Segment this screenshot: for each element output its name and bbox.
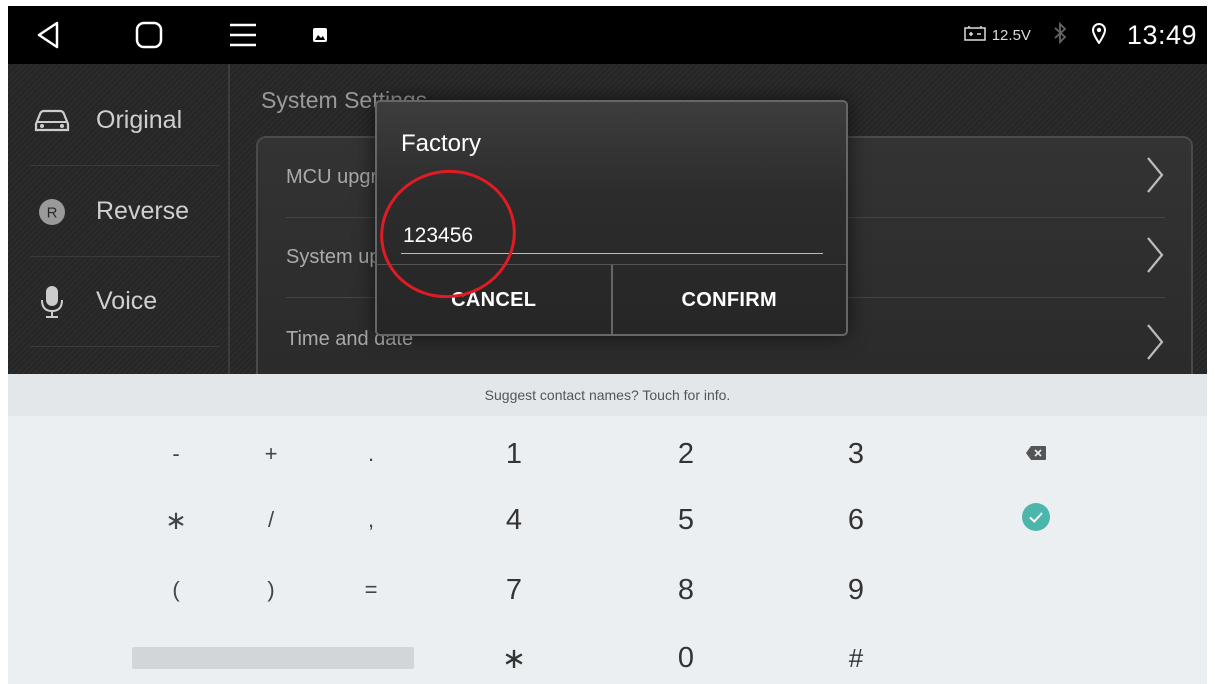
sidebar-item-label: Original [96, 106, 183, 134]
bluetooth-icon [1053, 21, 1067, 49]
voltage-text: 12.5V [991, 26, 1031, 44]
battery-icon [963, 25, 986, 45]
backspace-icon [1025, 441, 1047, 467]
sidebar-item-original[interactable]: Original [30, 76, 220, 166]
key-4[interactable]: 4 [478, 488, 550, 552]
sidebar: Original R Reverse Voice [8, 64, 230, 374]
key-equals[interactable]: = [343, 558, 399, 622]
key-0[interactable]: 0 [650, 626, 722, 684]
suggestion-bar[interactable]: Suggest contact names? Touch for info. [8, 374, 1207, 416]
checkmark-icon [1021, 502, 1051, 538]
cancel-button[interactable]: CANCEL [377, 265, 613, 336]
gallery-icon [308, 6, 332, 64]
clock: 13:49 [1126, 19, 1197, 50]
key-8[interactable]: 8 [650, 558, 722, 622]
key-1[interactable]: 1 [478, 422, 550, 486]
chevron-right-icon [1145, 235, 1165, 281]
key-comma[interactable]: , [343, 488, 399, 552]
key-asterisk-symbol[interactable]: ∗ [148, 488, 204, 552]
reverse-r-icon: R [30, 197, 74, 227]
location-icon [1091, 22, 1107, 49]
microphone-icon [30, 285, 74, 319]
confirm-button[interactable]: CONFIRM [613, 265, 847, 336]
numeric-keyboard: Suggest contact names? Touch for info. -… [8, 374, 1207, 684]
key-7[interactable]: 7 [478, 558, 550, 622]
enter-key[interactable] [1008, 488, 1064, 552]
svg-text:R: R [47, 204, 58, 221]
dialog-title: Factory [401, 130, 482, 157]
dialog-buttons: CANCEL CONFIRM [377, 264, 846, 336]
sidebar-item-label: Reverse [96, 197, 190, 225]
sidebar-item-reverse[interactable]: R Reverse [30, 167, 220, 257]
key-paren-close[interactable]: ) [243, 558, 299, 622]
sidebar-item-voice[interactable]: Voice [30, 257, 220, 347]
key-2[interactable]: 2 [650, 422, 722, 486]
chevron-right-icon [1145, 322, 1165, 368]
back-icon[interactable] [28, 6, 68, 64]
chevron-right-icon [1145, 155, 1165, 201]
car-icon [30, 108, 74, 134]
home-icon[interactable] [126, 6, 172, 64]
key-6[interactable]: 6 [820, 488, 892, 552]
space-key[interactable] [132, 647, 414, 669]
key-minus[interactable]: - [148, 422, 204, 486]
battery-voltage: 12.5V [963, 25, 1031, 45]
password-input[interactable] [401, 218, 823, 254]
factory-password-dialog: Factory CANCEL CONFIRM [375, 100, 848, 336]
key-plus[interactable]: + [243, 422, 299, 486]
key-hash[interactable]: # [820, 626, 892, 684]
backspace-key[interactable] [1008, 422, 1064, 486]
key-9[interactable]: 9 [820, 558, 892, 622]
menu-icon[interactable] [222, 6, 264, 64]
key-slash[interactable]: / [243, 488, 299, 552]
sidebar-item-label: Voice [96, 287, 158, 315]
key-dot[interactable]: . [343, 422, 399, 486]
key-3[interactable]: 3 [820, 422, 892, 486]
status-bar: 12.5V 13:49 [8, 6, 1207, 64]
key-5[interactable]: 5 [650, 488, 722, 552]
key-asterisk[interactable]: ∗ [478, 626, 550, 684]
key-paren-open[interactable]: ( [148, 558, 204, 622]
